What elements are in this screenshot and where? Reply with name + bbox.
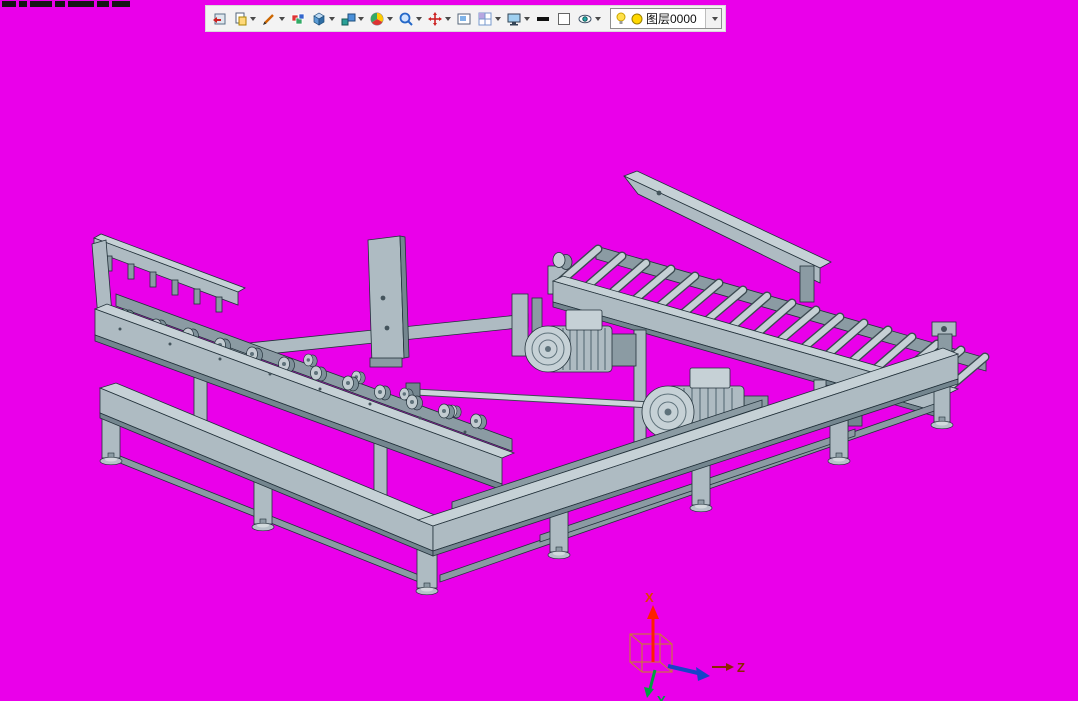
vertical-mount-plate[interactable]	[367, 235, 410, 368]
origin-box	[629, 633, 673, 673]
axis-triad: X Z Y	[629, 590, 745, 701]
x-axis-label: X	[645, 590, 654, 605]
viewport-3d-model[interactable]: X Z Y	[0, 0, 1078, 701]
left-roller-rail[interactable]	[91, 233, 516, 491]
cad-application-window: 图层0000 X Z Y	[0, 0, 1078, 701]
z-axis-label: Z	[737, 660, 745, 675]
y-axis-label: Y	[657, 693, 666, 701]
